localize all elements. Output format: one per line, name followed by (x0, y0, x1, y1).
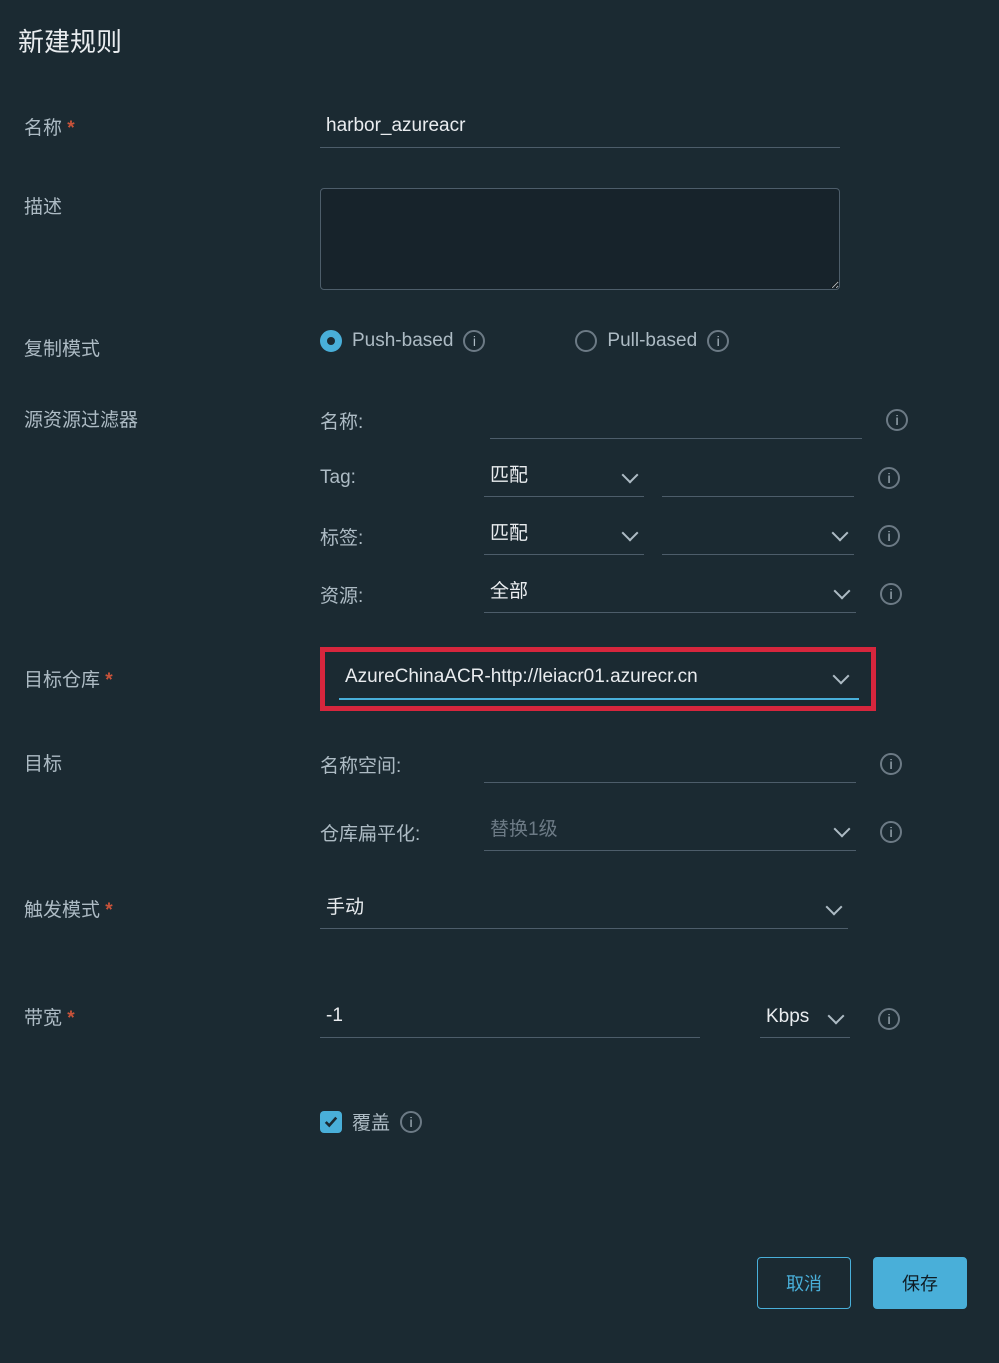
filter-row-tag: Tag: 匹配 i (320, 459, 975, 497)
info-icon[interactable]: i (886, 409, 908, 431)
row-override: 覆盖 i (24, 1108, 975, 1135)
filter-tag-match-select[interactable]: 匹配 (484, 459, 644, 497)
label-source-filter: 源资源过滤器 (24, 401, 320, 432)
filter-row-resource: 资源: 全部 i (320, 575, 975, 613)
trigger-mode-select[interactable]: 手动 (320, 891, 848, 929)
filter-resource-select[interactable]: 全部 (484, 575, 856, 613)
label-target-registry: 目标仓库 (24, 647, 320, 692)
label-name: 名称 (24, 109, 320, 140)
target-registry-value: AzureChinaACR-http://leiacr01.azurecr.cn (345, 666, 698, 687)
filter-label-name: 名称: (320, 407, 484, 434)
filter-label-value-select[interactable] (662, 517, 854, 555)
filter-label-label: 标签: (320, 523, 484, 550)
footer: 取消 保存 (0, 1237, 999, 1329)
form-body: 名称 描述 复制模式 Push-based i Pull-based i (0, 69, 999, 1135)
bandwidth-unit-select[interactable]: Kbps (760, 1000, 850, 1038)
target-row-flatten: 仓库扁平化: 替换1级 i (320, 813, 975, 851)
info-icon[interactable]: i (878, 467, 900, 489)
info-icon[interactable]: i (400, 1111, 422, 1133)
label-override-empty (24, 1108, 320, 1112)
label-description: 描述 (24, 188, 320, 219)
radio-push-based[interactable]: Push-based i (320, 330, 485, 352)
row-replication-mode: 复制模式 Push-based i Pull-based i (24, 330, 975, 361)
target-row-namespace: 名称空间: i (320, 745, 975, 783)
highlight-box: AzureChinaACR-http://leiacr01.azurecr.cn (320, 647, 876, 711)
label-target: 目标 (24, 745, 320, 776)
info-icon[interactable]: i (463, 330, 485, 352)
info-icon[interactable]: i (878, 1008, 900, 1030)
flatten-select[interactable]: 替换1级 (484, 813, 856, 851)
filter-label-resource: 资源: (320, 581, 484, 608)
radio-pull-based[interactable]: Pull-based i (575, 330, 729, 352)
row-description: 描述 (24, 188, 975, 290)
row-target-registry: 目标仓库 AzureChinaACR-http://leiacr01.azure… (24, 647, 975, 711)
cancel-button[interactable]: 取消 (757, 1257, 851, 1309)
radio-circle-push (320, 330, 342, 352)
check-icon (324, 1115, 338, 1129)
filter-tag-input[interactable] (662, 459, 854, 497)
label-bandwidth: 带宽 (24, 999, 320, 1030)
info-icon[interactable]: i (880, 753, 902, 775)
row-source-filter: 源资源过滤器 名称: i Tag: 匹配 i 标签: 匹配 i 资源: (24, 401, 975, 613)
filter-name-input[interactable] (490, 401, 862, 439)
filter-row-name: 名称: i (320, 401, 975, 439)
row-name: 名称 (24, 109, 975, 148)
override-label: 覆盖 (352, 1108, 390, 1135)
label-replication-mode: 复制模式 (24, 330, 320, 361)
override-checkbox[interactable] (320, 1111, 342, 1133)
filter-label-tag: Tag: (320, 467, 484, 489)
info-icon[interactable]: i (880, 583, 902, 605)
info-icon[interactable]: i (707, 330, 729, 352)
namespace-input[interactable] (484, 745, 856, 783)
radio-label-push: Push-based (352, 330, 453, 352)
row-trigger-mode: 触发模式 手动 (24, 891, 975, 929)
row-bandwidth: 带宽 Kbps i (24, 999, 975, 1038)
radio-circle-pull (575, 330, 597, 352)
bandwidth-input[interactable] (320, 999, 700, 1038)
filter-label-match-select[interactable]: 匹配 (484, 517, 644, 555)
filter-row-label: 标签: 匹配 i (320, 517, 975, 555)
row-target: 目标 名称空间: i 仓库扁平化: 替换1级 i (24, 745, 975, 851)
radio-label-pull: Pull-based (607, 330, 697, 352)
target-label-namespace: 名称空间: (320, 751, 484, 778)
save-button[interactable]: 保存 (873, 1257, 967, 1309)
info-icon[interactable]: i (880, 821, 902, 843)
modal-title: 新建规则 (0, 0, 999, 69)
label-trigger-mode: 触发模式 (24, 891, 320, 922)
name-input[interactable] (320, 109, 840, 148)
info-icon[interactable]: i (878, 525, 900, 547)
target-label-flatten: 仓库扁平化: (320, 819, 484, 846)
target-registry-select[interactable]: AzureChinaACR-http://leiacr01.azurecr.cn (339, 662, 859, 700)
description-textarea[interactable] (320, 188, 840, 290)
